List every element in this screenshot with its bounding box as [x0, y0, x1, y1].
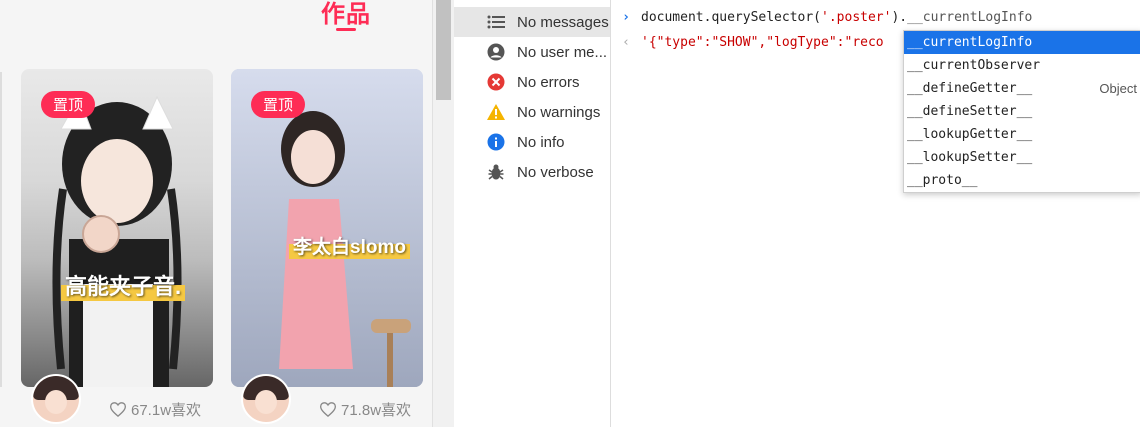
result-arrow-icon: ‹	[622, 34, 630, 50]
console-result[interactable]: '{"type":"SHOW","logType":"reco	[641, 35, 884, 50]
pinned-badge: 置顶	[41, 91, 96, 118]
author-avatar[interactable]	[31, 374, 81, 424]
prompt-chevron-icon: ›	[622, 9, 630, 25]
like-count-2: 71.8w喜欢	[320, 399, 411, 420]
autocomplete-hint: __currentLogInfo	[907, 9, 1033, 25]
sidebar-item-label: No verbose	[517, 163, 594, 181]
sidebar-item-errors[interactable]: No errors	[454, 67, 610, 97]
autocomplete-item[interactable]: __defineSetter__	[904, 100, 1140, 123]
autocomplete-item[interactable]: __defineGetter__ Object	[904, 77, 1140, 100]
works-tab-title[interactable]: 作品	[321, 0, 371, 29]
console-input-row[interactable]: › document.querySelector('.poster').__cu…	[611, 7, 1032, 27]
sidebar-item-label: No info	[517, 133, 565, 151]
scrollbar-thumb[interactable]	[436, 0, 451, 100]
like-count-text: 67.1w喜欢	[131, 402, 202, 419]
sidebar-item-label: No warnings	[517, 103, 601, 121]
page-scrollbar[interactable]	[432, 0, 454, 427]
info-icon	[486, 132, 506, 152]
console-sidebar: No messages No user me... No errors No w…	[454, 0, 611, 427]
heart-icon	[320, 402, 336, 417]
error-icon	[486, 72, 506, 92]
bug-icon	[486, 162, 506, 182]
video-card-1[interactable]: 置顶 高能夹子音.	[21, 69, 213, 387]
sidebar-item-warnings[interactable]: No warnings	[454, 97, 610, 127]
video-caption-2: 李太白slomo	[289, 232, 410, 259]
autocomplete-item[interactable]: __lookupSetter__	[904, 146, 1140, 169]
sidebar-item-info[interactable]: No info	[454, 127, 610, 157]
autocomplete-type: Object	[1099, 81, 1137, 96]
heart-icon	[110, 402, 126, 417]
list-icon	[486, 12, 506, 32]
console-result-row: ‹ '{"type":"SHOW","logType":"reco	[611, 32, 884, 52]
autocomplete-item[interactable]: __currentObserver	[904, 54, 1140, 77]
warning-icon	[486, 102, 506, 122]
works-tab-indicator	[336, 28, 356, 31]
autocomplete-item[interactable]: __proto__	[904, 169, 1140, 192]
autocomplete-item[interactable]: __lookupGetter__	[904, 123, 1140, 146]
sidebar-item-label: No user me...	[517, 43, 608, 61]
like-count-1: 67.1w喜欢	[110, 399, 201, 420]
sidebar-item-label: No errors	[517, 73, 580, 91]
pinned-badge: 置顶	[251, 91, 306, 118]
user-icon	[486, 42, 506, 62]
video-card-2[interactable]: 置顶 李太白slomo	[231, 69, 423, 387]
profile-panel: 作品 置顶 高能夹子音. 置顶 李太白slomo 67.1w喜欢 71.8w喜欢	[0, 0, 432, 427]
video-caption-1: 高能夹子音.	[61, 269, 186, 301]
sidebar-item-verbose[interactable]: No verbose	[454, 157, 610, 187]
console-input[interactable]: document.querySelector('.poster').__curr…	[641, 10, 1032, 25]
author-avatar[interactable]	[241, 374, 291, 424]
like-count-text: 71.8w喜欢	[341, 402, 412, 419]
sidebar-item-label: No messages	[517, 13, 609, 31]
autocomplete-item[interactable]: __currentLogInfo	[904, 31, 1140, 54]
sidebar-item-messages[interactable]: No messages	[454, 7, 610, 37]
previous-card-edge	[0, 72, 2, 387]
sidebar-item-user-messages[interactable]: No user me...	[454, 37, 610, 67]
autocomplete-dropdown: __currentLogInfo __currentObserver __def…	[903, 30, 1140, 193]
